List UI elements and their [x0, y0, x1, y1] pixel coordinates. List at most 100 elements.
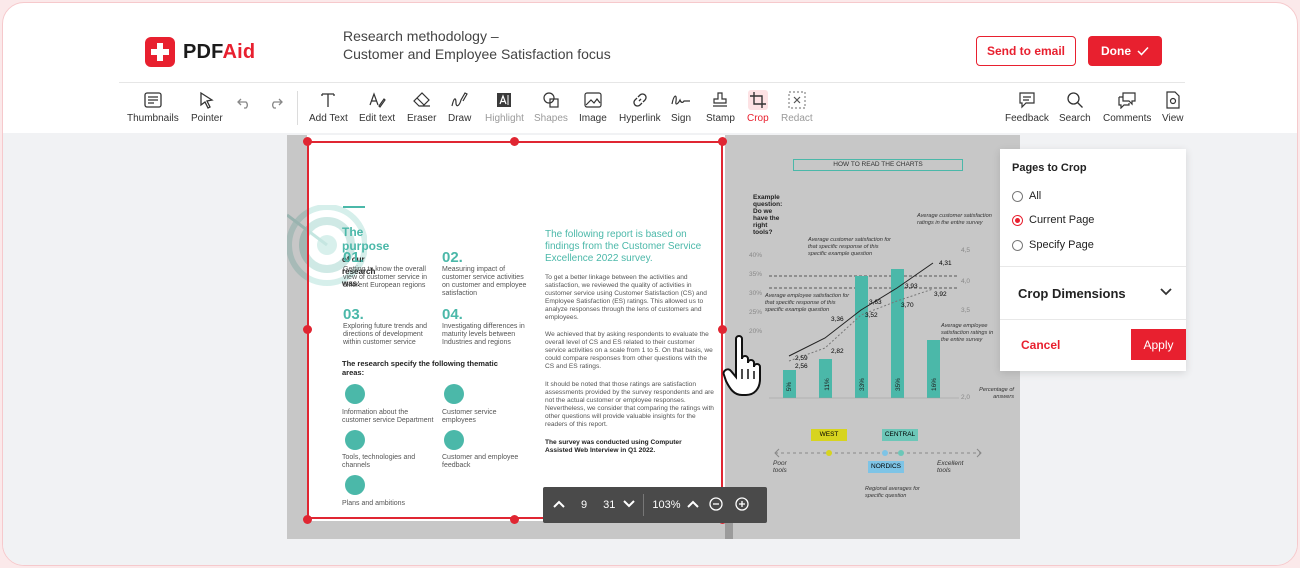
shapes-label: Shapes [534, 113, 568, 124]
point-label: 2,59 [795, 355, 808, 362]
logo[interactable]: PDFAid [145, 37, 255, 67]
done-label: Done [1101, 44, 1131, 58]
highlight-button[interactable]: Highlight [485, 89, 524, 124]
search-button[interactable]: Search [1059, 89, 1091, 124]
signature-icon [671, 95, 690, 105]
redact-icon [788, 91, 806, 109]
radio-unselected-icon [1012, 239, 1023, 251]
point-label: 3,93 [905, 283, 918, 290]
crop-handle-bottom-left[interactable] [303, 515, 312, 524]
logo-text-suffix: Aid [222, 40, 256, 63]
chevron-down-icon [623, 500, 636, 508]
point-label: 3,52 [865, 312, 878, 319]
zoom-in-button[interactable] [734, 496, 749, 514]
redact-label: Redact [781, 113, 813, 124]
crop-handle-top-left[interactable] [303, 137, 312, 146]
crop-handle-bottom-middle[interactable] [510, 515, 519, 524]
crop-shade-left [287, 135, 307, 539]
toolbar-divider [297, 91, 298, 125]
image-button[interactable]: Image [579, 89, 607, 124]
app-frame: PDFAid Send to email Done Thumbnails Poi… [2, 2, 1298, 566]
radio-unselected-icon [1012, 190, 1023, 202]
chevron-up-icon [553, 500, 565, 508]
view-label: View [1162, 113, 1184, 124]
left-axis-ticks: 40% 35% 30% 25% 20% [749, 246, 762, 341]
text-icon [321, 93, 336, 107]
sign-button[interactable]: Sign [671, 89, 691, 124]
previous-page-button[interactable] [553, 499, 565, 511]
tick-label: 40% [749, 252, 763, 259]
crop-handle-top-right[interactable] [718, 137, 727, 146]
point-label: 2,82 [831, 348, 844, 355]
option-all[interactable]: All [1012, 190, 1041, 202]
redo-button[interactable] [269, 97, 283, 109]
send-to-email-button[interactable]: Send to email [976, 36, 1076, 66]
tick-label: 30% [749, 290, 763, 297]
zoom-in-icon [734, 496, 749, 511]
done-button[interactable]: Done [1088, 36, 1162, 66]
panel-divider [1000, 319, 1186, 320]
charts-banner: HOW TO READ THE CHARTS [793, 159, 963, 171]
crop-icon [747, 90, 768, 110]
stamp-button[interactable]: Stamp [706, 89, 735, 124]
point-label: 4,31 [939, 260, 952, 267]
doc-title: Research methodology – Customer and Empl… [343, 27, 643, 63]
search-label: Search [1059, 113, 1091, 124]
eraser-label: Eraser [407, 113, 437, 124]
next-page-button[interactable] [623, 499, 636, 511]
panel-divider [1000, 266, 1186, 267]
pager-divider [643, 494, 645, 516]
comments-icon [1118, 92, 1136, 109]
apply-button[interactable]: Apply [1131, 329, 1186, 360]
add-text-button[interactable]: Add Text [309, 89, 348, 124]
current-page-number[interactable]: 9 [581, 499, 587, 511]
thumbnails-button[interactable]: Thumbnails [127, 89, 179, 124]
pointer-button[interactable]: Pointer [191, 89, 223, 124]
crop-dimensions-toggle[interactable]: Crop Dimensions [1018, 286, 1126, 301]
logo-text: PDFAid [183, 41, 255, 64]
search-icon [1067, 92, 1083, 108]
option-specify-page[interactable]: Specify Page [1012, 239, 1094, 251]
note-customer-survey: Average customer satisfaction ratings in… [917, 213, 992, 226]
redo-icon [272, 98, 283, 109]
redact-button[interactable]: Redact [781, 89, 813, 124]
crop-selection-box[interactable] [307, 141, 723, 519]
logo-plus-icon [145, 37, 175, 67]
region-nordics: NORDICS [868, 461, 904, 473]
shapes-button[interactable]: Shapes [534, 89, 568, 124]
crop-handle-top-middle[interactable] [510, 137, 519, 146]
chevron-down-icon[interactable] [1160, 288, 1172, 296]
link-icon [633, 93, 647, 107]
option-current-page[interactable]: Current Page [1012, 214, 1094, 226]
zoom-level[interactable]: 103% [652, 499, 680, 511]
hyperlink-button[interactable]: Hyperlink [619, 89, 661, 124]
point-label: 3,36 [831, 316, 844, 323]
feedback-button[interactable]: Feedback [1005, 89, 1049, 124]
zoom-out-button[interactable] [708, 496, 723, 514]
crop-handle-middle-left[interactable] [303, 325, 312, 334]
view-button[interactable]: View [1162, 89, 1184, 124]
edit-text-label: Edit text [359, 113, 396, 124]
comments-button[interactable]: Comments [1103, 89, 1151, 124]
eraser-button[interactable]: Eraser [407, 89, 436, 124]
crop-button[interactable]: Crop [747, 89, 769, 124]
zoom-menu-button[interactable] [686, 499, 699, 511]
thumbnails-icon [144, 92, 162, 108]
undo-button[interactable] [237, 97, 251, 109]
point-label: 3,63 [869, 299, 882, 306]
crop-options-panel: Pages to Crop All Current Page Specify P… [1000, 149, 1186, 371]
add-text-label: Add Text [309, 113, 348, 124]
regional-note: Regional averages for specific question [865, 486, 920, 499]
highlight-icon [497, 93, 512, 107]
note-percentage: Percentage of answers [979, 387, 1014, 400]
hand-cursor-icon [722, 335, 761, 396]
bar-label: 35% [895, 377, 903, 392]
draw-button[interactable]: Draw [448, 89, 471, 124]
doc-title-line2: Customer and Employee Satisfaction focus [343, 46, 611, 62]
tick-label: 25% [749, 309, 763, 316]
feedback-label: Feedback [1005, 113, 1049, 124]
cancel-button[interactable]: Cancel [1021, 338, 1060, 352]
tick-label: 4,0 [961, 278, 971, 285]
edit-text-button[interactable]: Edit text [359, 89, 395, 124]
checkmark-icon [1137, 46, 1149, 56]
